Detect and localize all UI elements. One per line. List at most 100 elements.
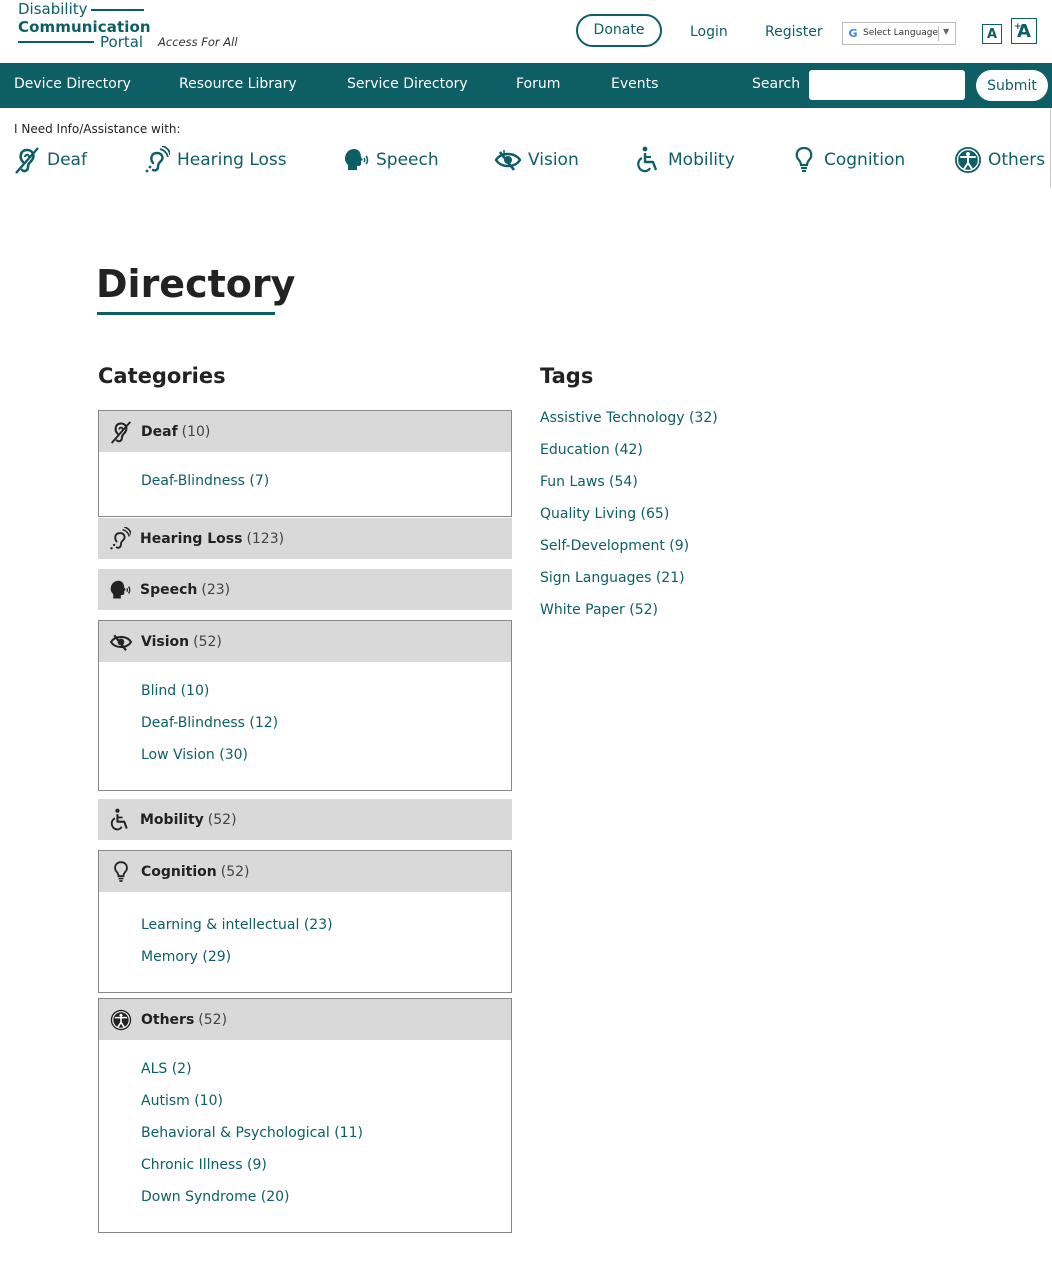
decrease-font-button[interactable]: A — [982, 24, 1002, 44]
subcategory-link[interactable]: Autism (10) — [141, 1090, 511, 1122]
assist-deaf[interactable]: Deaf — [13, 145, 87, 175]
language-select-divider — [938, 26, 939, 41]
subcategory-link[interactable]: Behavioral & Psychological (11) — [141, 1122, 511, 1154]
category-count: (52) — [193, 633, 222, 650]
category-name: Speech — [140, 581, 198, 598]
subcategory-list: Deaf-Blindness (7) — [99, 452, 511, 516]
subcategory-link[interactable]: Down Syndrome (20) — [141, 1186, 511, 1218]
tag-link[interactable]: Sign Languages (21) — [540, 570, 685, 586]
accessibility-icon — [954, 146, 982, 174]
nav-resource-library[interactable]: Resource Library — [179, 76, 297, 92]
assist-speech[interactable]: Speech — [342, 145, 439, 175]
category-name: Cognition — [141, 863, 217, 880]
subcategory-link[interactable]: Deaf-Blindness (7) — [141, 470, 511, 502]
subcategory-list: Learning & intellectual (23) Memory (29) — [99, 892, 511, 992]
nav-forum[interactable]: Forum — [516, 76, 560, 92]
category-mobility: Mobility (52) — [98, 799, 512, 840]
category-count: (10) — [181, 423, 211, 440]
category-count: (52) — [220, 863, 250, 880]
tag-link[interactable]: Self-Development (9) — [540, 538, 689, 554]
categories-heading: Categories — [98, 364, 226, 388]
assist-hearing-loss-label: Hearing Loss — [177, 150, 287, 170]
hearing-loss-icon — [108, 526, 132, 551]
category-count: (52) — [207, 811, 237, 828]
assist-vision[interactable]: Vision — [494, 145, 579, 175]
subcategory-list: ALS (2) Autism (10) Behavioral & Psychol… — [99, 1040, 511, 1232]
lightbulb-icon — [790, 146, 818, 174]
category-speech: Speech (23) — [98, 569, 512, 610]
chevron-down-icon: ▼ — [943, 27, 950, 36]
search-label: Search — [752, 76, 801, 92]
nav-service-directory[interactable]: Service Directory — [347, 76, 468, 92]
category-count: (123) — [246, 530, 285, 547]
subcategory-link[interactable]: Deaf-Blindness (12) — [141, 712, 511, 744]
category-name: Others — [141, 1011, 195, 1028]
increase-font-button[interactable]: + A — [1011, 18, 1037, 44]
logo-rule-bottom — [18, 41, 94, 43]
category-header-speech[interactable]: Speech (23) — [98, 569, 512, 610]
nav-device-directory[interactable]: Device Directory — [14, 76, 131, 92]
logo-line-3: Portal — [100, 33, 144, 51]
search-input[interactable] — [809, 70, 965, 100]
category-cognition: Cognition (52) Learning & intellectual (… — [98, 850, 512, 993]
main-nav: Device Directory Resource Library Servic… — [0, 63, 1052, 108]
assist-speech-label: Speech — [376, 150, 439, 170]
category-hearing-loss: Hearing Loss (123) — [98, 518, 512, 559]
subcategory-link[interactable]: Learning & intellectual (23) — [141, 914, 511, 946]
assist-cognition[interactable]: Cognition — [790, 145, 905, 175]
register-link[interactable]: Register — [765, 24, 823, 40]
subcategory-link[interactable]: ALS (2) — [141, 1058, 511, 1090]
tags-heading: Tags — [540, 364, 594, 388]
category-header-deaf[interactable]: Deaf (10) — [99, 411, 511, 452]
site-logo[interactable]: Disability Communication Portal — [18, 1, 153, 53]
subcategory-link[interactable]: Chronic Illness (9) — [141, 1154, 511, 1186]
speech-head-icon — [108, 578, 132, 602]
vision-eye-icon — [109, 630, 133, 654]
login-link[interactable]: Login — [690, 24, 728, 40]
category-header-mobility[interactable]: Mobility (52) — [98, 799, 512, 840]
search-submit-button[interactable]: Submit — [976, 70, 1048, 101]
vision-eye-icon — [494, 146, 522, 174]
plus-icon: + — [1014, 22, 1022, 32]
category-header-others[interactable]: Others (52) — [99, 999, 511, 1040]
subcategory-list: Blind (10) Deaf-Blindness (12) Low Visio… — [99, 662, 511, 790]
scrollbar-edge — [1050, 108, 1051, 188]
category-name: Mobility — [140, 811, 204, 828]
site-header: Disability Communication Portal Access F… — [0, 0, 1052, 63]
deaf-ear-icon — [109, 420, 133, 444]
deaf-ear-icon — [13, 146, 41, 174]
wheelchair-icon — [634, 146, 662, 174]
assist-mobility[interactable]: Mobility — [634, 145, 735, 175]
assist-deaf-label: Deaf — [47, 150, 87, 170]
subcategory-link[interactable]: Low Vision (30) — [141, 744, 511, 776]
category-header-vision[interactable]: Vision (52) — [99, 621, 511, 662]
tag-link[interactable]: Quality Living (65) — [540, 506, 669, 522]
nav-events[interactable]: Events — [611, 76, 658, 92]
subcategory-link[interactable]: Memory (29) — [141, 946, 511, 978]
assist-hearing-loss[interactable]: Hearing Loss — [143, 145, 287, 175]
language-select-label: Select Language — [863, 28, 939, 38]
title-underline — [97, 312, 275, 315]
assist-others-label: Others — [988, 150, 1046, 170]
assist-others[interactable]: Others — [954, 145, 1045, 175]
category-others: Others (52) ALS (2) Autism (10) Behavior… — [98, 998, 512, 1233]
category-deaf: Deaf (10) Deaf-Blindness (7) — [98, 410, 512, 517]
language-select[interactable]: G Select Language ▼ — [842, 22, 956, 45]
tag-link[interactable]: White Paper (52) — [540, 602, 658, 618]
page-title: Directory — [96, 262, 296, 306]
assist-vision-label: Vision — [528, 150, 579, 170]
assist-mobility-label: Mobility — [668, 150, 735, 170]
category-count: (23) — [201, 581, 231, 598]
tag-link[interactable]: Education (42) — [540, 442, 643, 458]
tag-link[interactable]: Fun Laws (54) — [540, 474, 638, 490]
category-header-hearing-loss[interactable]: Hearing Loss (123) — [98, 518, 512, 559]
donate-button[interactable]: Donate — [576, 14, 662, 47]
tag-link[interactable]: Assistive Technology (32) — [540, 410, 718, 426]
category-header-cognition[interactable]: Cognition (52) — [99, 851, 511, 892]
site-tagline: Access For All — [158, 35, 238, 49]
category-name: Vision — [141, 633, 190, 650]
google-icon: G — [848, 27, 858, 40]
subcategory-link[interactable]: Blind (10) — [141, 680, 511, 712]
assist-cognition-label: Cognition — [824, 150, 906, 170]
accessibility-icon — [109, 1008, 133, 1032]
